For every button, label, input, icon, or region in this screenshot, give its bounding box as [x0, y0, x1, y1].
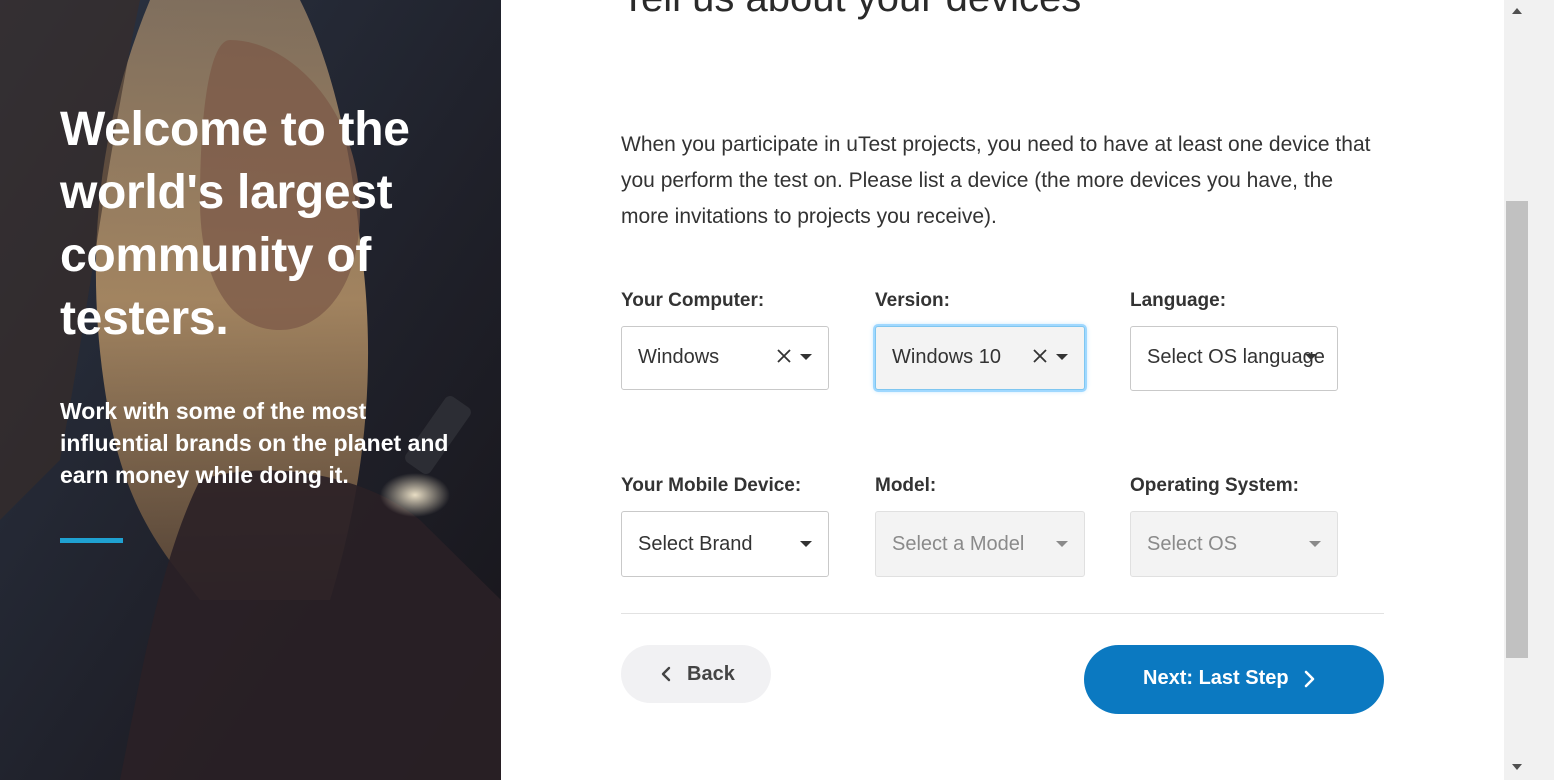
- hero-panel: Welcome to the world's largest community…: [0, 0, 501, 780]
- version-value: Windows 10: [892, 346, 1001, 368]
- close-icon[interactable]: [776, 348, 792, 364]
- page-title: Tell us about your devices: [621, 0, 1141, 26]
- os-select: Select OS: [1130, 511, 1338, 577]
- scroll-down-arrow-icon[interactable]: [1510, 760, 1524, 774]
- brand-placeholder: Select Brand: [638, 533, 753, 555]
- scroll-up-arrow-icon[interactable]: [1510, 4, 1524, 18]
- operating-system-label: Operating System:: [1130, 475, 1299, 496]
- chevron-left-icon: [661, 666, 671, 682]
- hero-subtitle: Work with some of the most influential b…: [60, 398, 449, 488]
- back-button-label: Back: [687, 663, 735, 685]
- hero-accent-rule: [60, 538, 123, 543]
- form-divider: [621, 613, 1384, 614]
- computer-value: Windows: [638, 346, 720, 368]
- scrollbar-thumb[interactable]: [1506, 201, 1528, 658]
- chevron-right-icon: [1304, 670, 1315, 688]
- caret-down-icon: [1056, 541, 1068, 547]
- model-select: Select a Model: [875, 511, 1085, 577]
- caret-down-icon: [1305, 354, 1317, 360]
- caret-down-icon: [800, 541, 812, 547]
- model-label: Model:: [875, 475, 937, 496]
- caret-down-icon: [1309, 541, 1321, 547]
- intro-text: When you participate in uTest projects, …: [621, 133, 1371, 228]
- brand-select[interactable]: Select Brand: [621, 511, 829, 577]
- close-icon[interactable]: [1032, 348, 1048, 364]
- language-select[interactable]: Select OS language: [1130, 326, 1338, 391]
- hero-title: Welcome to the world's largest community…: [60, 103, 410, 345]
- version-select[interactable]: Windows 10: [875, 326, 1085, 390]
- language-placeholder: Select OS language: [1147, 346, 1325, 368]
- next-button-label: Next: Last Step: [1143, 667, 1289, 689]
- computer-label: Your Computer:: [621, 290, 765, 311]
- mobile-device-label: Your Mobile Device:: [621, 475, 802, 496]
- version-label: Version:: [875, 290, 950, 311]
- back-button[interactable]: Back: [621, 645, 771, 703]
- os-placeholder: Select OS: [1147, 533, 1238, 555]
- language-label: Language:: [1130, 290, 1227, 311]
- computer-select[interactable]: Windows: [621, 326, 829, 390]
- caret-down-icon: [800, 354, 812, 360]
- next-button[interactable]: Next: Last Step: [1084, 645, 1384, 714]
- model-placeholder: Select a Model: [892, 533, 1025, 555]
- caret-down-icon: [1056, 354, 1068, 360]
